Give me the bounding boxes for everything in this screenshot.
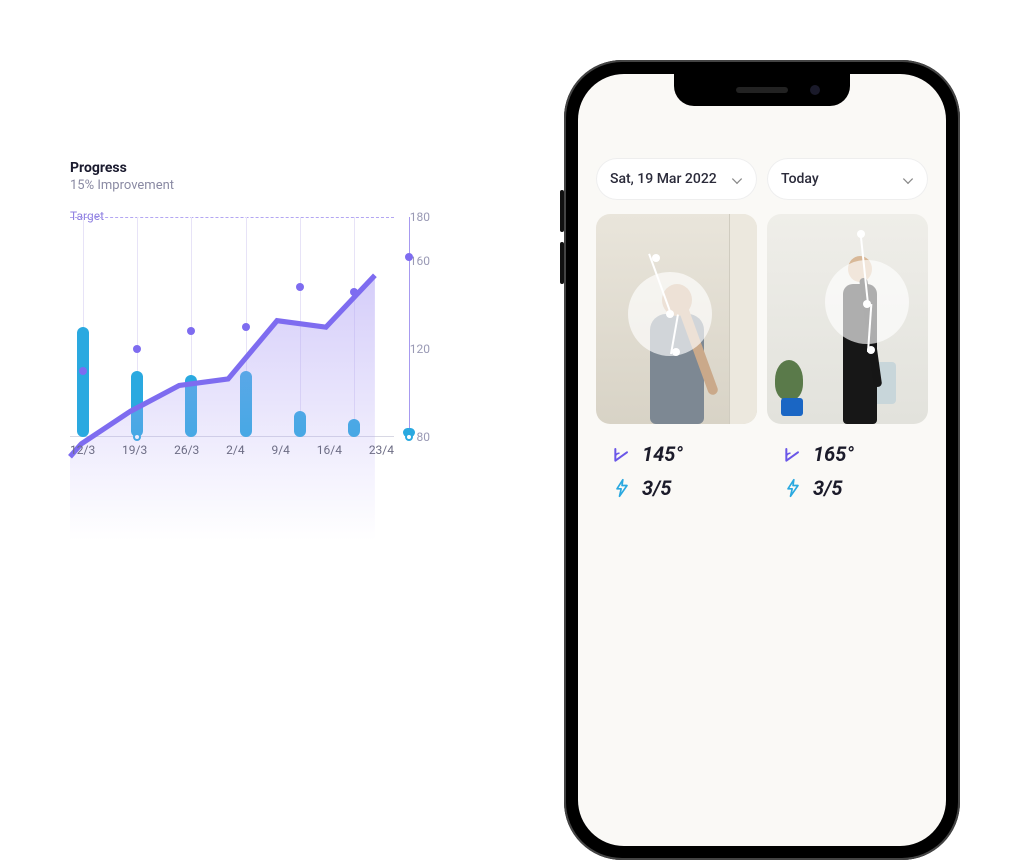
line-marker: [187, 327, 195, 335]
x-label: 9/4: [271, 443, 289, 457]
bg-bucket: [781, 398, 803, 416]
bolt-icon: [612, 478, 632, 498]
x-label: 12/3: [70, 443, 95, 457]
date-selector-left[interactable]: Sat, 19 Mar 2022: [596, 158, 757, 200]
phone-frame: Sat, 19 Mar 2022 Today: [564, 60, 960, 860]
bar-marker: [405, 433, 413, 441]
line-marker: [79, 367, 87, 375]
metric-intensity-left-value: 3/5: [642, 476, 671, 500]
y-tick-120: 120: [410, 342, 430, 356]
x-label: 2/4: [226, 443, 244, 457]
metric-intensity-right: 3/5: [783, 476, 928, 500]
x-label: 16/4: [317, 443, 342, 457]
y-tick-80: 80: [417, 430, 431, 444]
pose-joint-dot: [666, 310, 674, 318]
metrics-right: 165° 3/5: [767, 442, 928, 500]
grid-v: [409, 217, 410, 437]
comparison-row: [596, 214, 928, 424]
phone-side-button: [560, 242, 564, 284]
pose-joint-dot: [652, 254, 660, 262]
chart-plot-area: Target 180 160 120 80: [70, 217, 430, 437]
metric-angle-left: 145°: [612, 442, 757, 466]
chevron-down-icon: [902, 173, 914, 185]
pose-joint-dot: [672, 348, 680, 356]
x-label: 26/3: [174, 443, 199, 457]
app-content: Sat, 19 Mar 2022 Today: [578, 74, 946, 500]
bg-door: [729, 214, 757, 424]
angle-icon: [612, 444, 632, 464]
phone-notch: [674, 74, 850, 106]
comparison-photo-after[interactable]: [767, 214, 928, 424]
phone-screen: Sat, 19 Mar 2022 Today: [578, 74, 946, 846]
metrics-left: 145° 3/5: [596, 442, 757, 500]
date-selector-row: Sat, 19 Mar 2022 Today: [596, 158, 928, 200]
speaker-grille: [736, 87, 788, 93]
metric-angle-left-value: 145°: [642, 442, 683, 466]
date-selector-left-label: Sat, 19 Mar 2022: [610, 171, 717, 187]
metric-angle-right: 165°: [783, 442, 928, 466]
y-tick-180: 180: [410, 210, 430, 224]
y-tick-160: 160: [410, 254, 430, 268]
chart-subtitle: 15% Improvement: [70, 178, 450, 193]
x-axis-labels: 12/3 19/3 26/3 2/4 9/4 16/4 23/4: [70, 443, 394, 457]
date-selector-right[interactable]: Today: [767, 158, 928, 200]
front-camera: [810, 85, 820, 95]
comparison-photo-before[interactable]: [596, 214, 757, 424]
progress-chart-panel: Progress 15% Improvement Target 180 160 …: [70, 160, 450, 437]
chart-title: Progress: [70, 160, 450, 176]
line-marker: [133, 345, 141, 353]
bolt-icon: [783, 478, 803, 498]
line-marker: [296, 283, 304, 291]
trend-line: [70, 217, 394, 541]
angle-icon: [783, 444, 803, 464]
line-marker: [405, 253, 413, 261]
x-label: 23/4: [369, 443, 394, 457]
date-selector-right-label: Today: [781, 171, 819, 187]
pose-joint-dot: [857, 230, 865, 238]
phone-side-button: [560, 190, 564, 232]
x-label: 19/3: [122, 443, 147, 457]
metric-angle-right-value: 165°: [813, 442, 854, 466]
metric-intensity-left: 3/5: [612, 476, 757, 500]
pose-joint-dot: [867, 346, 875, 354]
metric-intensity-right-value: 3/5: [813, 476, 842, 500]
bg-plant: [775, 360, 803, 400]
pose-joint-dot: [863, 300, 871, 308]
chevron-down-icon: [731, 173, 743, 185]
line-marker: [242, 323, 250, 331]
line-marker: [350, 288, 358, 296]
metrics-row: 145° 3/5 165°: [596, 442, 928, 500]
